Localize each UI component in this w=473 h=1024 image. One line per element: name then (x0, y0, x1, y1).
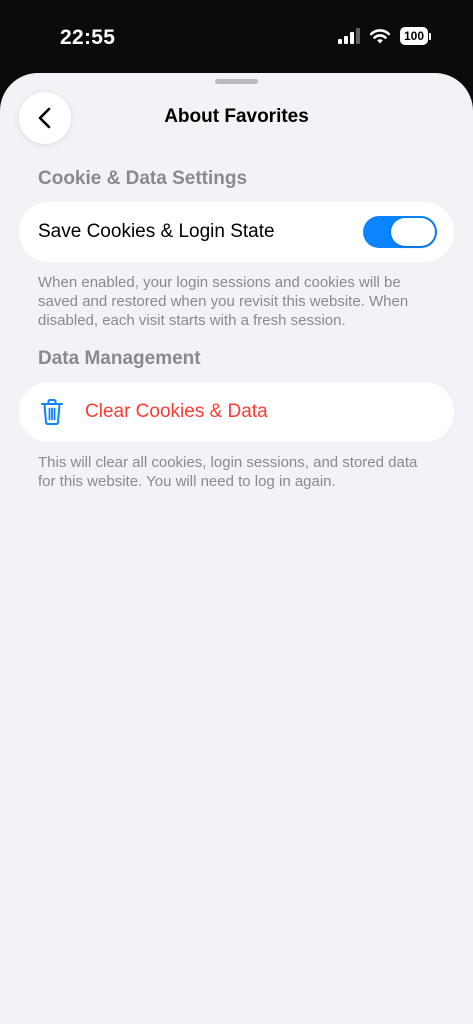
toggle-knob (391, 218, 435, 246)
data-footnote: This will clear all cookies, login sessi… (38, 454, 418, 490)
cookie-footnote: When enabled, your login sessions and co… (38, 274, 409, 329)
save-cookies-label: Save Cookies & Login State (38, 221, 275, 242)
status-icons: 100 (338, 27, 431, 45)
clear-cookies-label: Clear Cookies & Data (85, 401, 268, 422)
page-title: About Favorites (164, 106, 309, 127)
cellular-signal-icon (338, 28, 360, 44)
battery-level: 100 (400, 27, 428, 45)
clear-cookies-button[interactable]: Clear Cookies & Data (19, 382, 454, 442)
sheet-grabber[interactable] (215, 79, 258, 84)
status-time: 22:55 (60, 26, 116, 49)
trash-icon (41, 399, 63, 425)
save-cookies-toggle[interactable] (363, 216, 437, 248)
sheet: About Favorites Cookie & Data Settings S… (0, 73, 473, 1024)
cookie-section-header: Cookie & Data Settings (38, 168, 248, 189)
wifi-icon (369, 29, 391, 44)
status-bar: 22:55 100 (0, 0, 473, 80)
data-section-header: Data Management (38, 348, 201, 369)
save-cookies-row[interactable]: Save Cookies & Login State (19, 202, 454, 262)
battery-icon: 100 (400, 27, 431, 45)
